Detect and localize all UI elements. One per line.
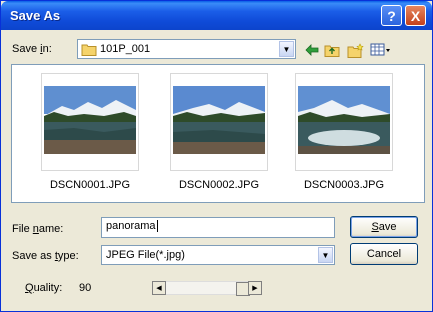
save-as-type-select[interactable]: JPEG File(*.jpg) ▼	[101, 245, 335, 265]
save-as-dialog: Save As ? X Save in: 101P_001 ▼ DSCN0001…	[0, 0, 433, 312]
quality-value: 90	[79, 282, 92, 294]
text-cursor	[156, 220, 158, 232]
slider-left-arrow-icon[interactable]: ◀	[152, 281, 166, 295]
file-name-label: DSCN0002.JPG	[178, 179, 260, 191]
file-list[interactable]: DSCN0001.JPG DSCN0002.JPG DSCN0003.JPG	[11, 64, 425, 203]
up-folder-icon[interactable]	[323, 42, 341, 58]
file-thumbnail[interactable]	[41, 73, 139, 171]
landscape-photo-1	[44, 86, 136, 154]
title-bar[interactable]: Save As ? X	[1, 1, 432, 30]
save-in-combo[interactable]: 101P_001 ▼	[77, 39, 296, 59]
file-name-input[interactable]: panorama	[101, 217, 335, 238]
file-thumbnail[interactable]	[295, 73, 393, 171]
save-in-label: Save in:	[12, 43, 52, 55]
file-name-label: File name:	[12, 223, 64, 235]
quality-slider[interactable]: ◀ ▶	[152, 281, 262, 296]
file-thumbnail[interactable]	[170, 73, 268, 171]
slider-right-arrow-icon[interactable]: ▶	[248, 281, 262, 295]
landscape-photo-2	[173, 86, 265, 154]
close-icon: X	[410, 7, 421, 24]
chevron-down-icon[interactable]: ▼	[279, 41, 294, 57]
chevron-down-icon[interactable]: ▼	[318, 247, 333, 263]
slider-track[interactable]	[166, 281, 250, 296]
landscape-photo-3	[298, 86, 390, 154]
back-icon[interactable]	[303, 42, 321, 58]
file-name-label: DSCN0001.JPG	[49, 179, 131, 191]
cancel-button[interactable]: Cancel	[350, 243, 418, 265]
close-button[interactable]: X	[405, 5, 426, 26]
new-folder-icon[interactable]	[346, 42, 364, 58]
quality-label: Quality:	[25, 282, 63, 294]
view-menu-icon[interactable]	[369, 42, 393, 58]
cancel-button-label: Cancel	[366, 248, 402, 260]
save-as-type-label: Save as type:	[12, 250, 79, 262]
help-button[interactable]: ?	[381, 5, 402, 26]
help-icon: ?	[387, 7, 396, 24]
file-name-value: panorama	[106, 220, 156, 232]
save-button[interactable]: Save	[350, 216, 418, 238]
save-as-type-value: JPEG File(*.jpg)	[106, 249, 185, 261]
folder-icon	[81, 43, 97, 59]
save-in-value: 101P_001	[100, 43, 151, 55]
window-title: Save As	[10, 8, 61, 23]
save-button-label: Save	[371, 221, 397, 233]
file-name-label: DSCN0003.JPG	[303, 179, 385, 191]
